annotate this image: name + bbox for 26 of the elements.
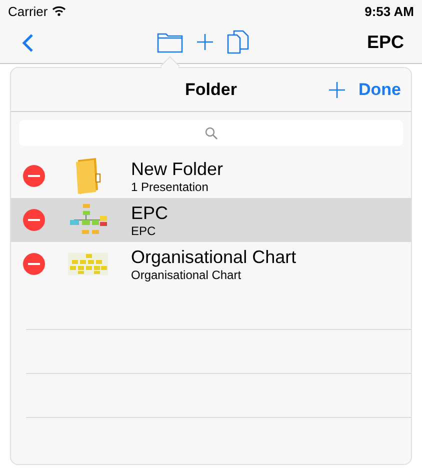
search-field[interactable] [19,120,403,146]
flowchart-icon [69,203,107,237]
delete-button[interactable] [23,165,45,187]
add-icon[interactable] [328,82,344,98]
folder-icon[interactable] [157,32,183,52]
carrier-label: Carrier [8,4,48,18]
list-row[interactable]: EPC EPC [11,198,411,242]
row-title: EPC [131,202,168,224]
row-subtitle: 1 Presentation [131,180,210,194]
delete-button[interactable] [23,209,45,231]
copy-icon[interactable] [227,30,249,54]
delete-button[interactable] [23,253,45,275]
row-title: Organisational Chart [131,246,296,268]
back-button[interactable] [22,32,34,52]
add-icon[interactable] [197,34,213,50]
nav-title: EPC [366,32,404,53]
popover-title: Folder [185,80,237,100]
status-time: 9:53 AM [364,4,414,18]
folder-icon [74,158,102,194]
wifi-icon [52,6,66,16]
org-chart-icon [68,253,108,275]
done-button[interactable]: Done [358,80,401,100]
search-icon [204,126,218,140]
row-title: New Folder [131,158,224,180]
row-subtitle: EPC [131,224,157,238]
row-subtitle: Organisational Chart [131,268,242,282]
